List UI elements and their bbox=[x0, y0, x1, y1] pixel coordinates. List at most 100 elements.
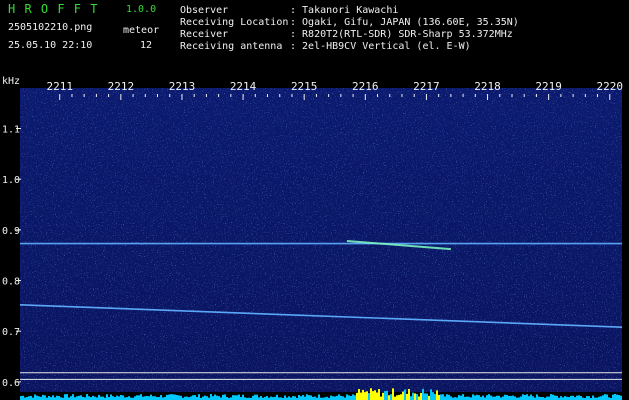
level-bar bbox=[160, 395, 162, 400]
level-bar bbox=[536, 394, 538, 400]
level-bar bbox=[474, 395, 476, 400]
level-bar bbox=[186, 396, 188, 400]
x-tick-label: 2217 bbox=[413, 80, 440, 93]
level-bar bbox=[572, 395, 574, 400]
level-bar bbox=[170, 394, 172, 400]
level-bar bbox=[28, 396, 30, 400]
level-bar bbox=[506, 395, 508, 400]
level-bar bbox=[172, 394, 174, 400]
level-bar bbox=[340, 395, 342, 400]
x-tick-label: 2215 bbox=[291, 80, 318, 93]
level-bar bbox=[78, 395, 80, 400]
level-bar bbox=[378, 389, 380, 400]
level-bar bbox=[396, 395, 398, 400]
x-tick-label: 2216 bbox=[352, 80, 379, 93]
level-bar bbox=[432, 392, 434, 400]
level-bar bbox=[106, 394, 108, 400]
level-bar bbox=[210, 394, 212, 400]
level-bar bbox=[342, 396, 344, 400]
level-bar bbox=[22, 395, 24, 400]
level-bar bbox=[42, 394, 44, 400]
level-bar bbox=[372, 391, 374, 400]
level-bar bbox=[298, 394, 300, 400]
level-bar bbox=[358, 389, 360, 400]
level-bar bbox=[212, 396, 214, 400]
level-bar bbox=[446, 394, 448, 400]
level-bar bbox=[236, 395, 238, 400]
level-bar bbox=[198, 394, 200, 400]
level-bar bbox=[466, 396, 468, 400]
level-bar bbox=[180, 395, 182, 400]
x-tick-label: 2211 bbox=[46, 80, 73, 93]
level-bar bbox=[448, 394, 450, 400]
y-tick-label: 0.6 bbox=[2, 378, 20, 389]
level-bar bbox=[20, 396, 22, 400]
level-bar bbox=[458, 395, 460, 400]
level-bar bbox=[402, 391, 404, 400]
level-bar bbox=[392, 388, 394, 400]
level-bar bbox=[44, 395, 46, 400]
level-bar bbox=[176, 395, 178, 400]
level-bar bbox=[256, 394, 258, 400]
y-tick-label: 1.1 bbox=[2, 125, 20, 136]
level-bar bbox=[72, 394, 74, 400]
x-tick-label: 2219 bbox=[535, 80, 562, 93]
level-bar bbox=[434, 393, 436, 400]
level-bar bbox=[48, 396, 50, 400]
level-bar bbox=[388, 395, 390, 400]
level-bar bbox=[224, 394, 226, 400]
level-bar bbox=[64, 394, 66, 400]
level-bar bbox=[152, 396, 154, 400]
level-bar bbox=[284, 395, 286, 400]
level-bar bbox=[318, 394, 320, 400]
level-bar bbox=[242, 394, 244, 400]
level-bar bbox=[422, 388, 424, 400]
level-bar bbox=[548, 396, 550, 400]
level-bar bbox=[120, 394, 122, 400]
level-bar bbox=[428, 395, 430, 400]
level-bar bbox=[136, 395, 138, 400]
level-bar bbox=[406, 393, 408, 400]
level-bar bbox=[88, 396, 90, 400]
level-bar bbox=[370, 388, 372, 400]
level-bar bbox=[332, 396, 334, 400]
level-bar bbox=[522, 394, 524, 400]
x-tick-label: 2214 bbox=[230, 80, 257, 93]
level-bar bbox=[404, 389, 406, 400]
level-bar bbox=[202, 396, 204, 400]
level-bar bbox=[270, 396, 272, 400]
level-bar bbox=[414, 393, 416, 400]
level-bar bbox=[70, 396, 72, 400]
level-bar bbox=[546, 396, 548, 400]
level-bar bbox=[252, 395, 254, 400]
level-bar bbox=[102, 396, 104, 400]
level-bar bbox=[496, 395, 498, 400]
level-bar bbox=[588, 396, 590, 400]
level-bar bbox=[416, 394, 418, 400]
level-bar bbox=[222, 394, 224, 400]
level-bar bbox=[444, 396, 446, 400]
level-bar bbox=[614, 394, 616, 400]
level-bar bbox=[348, 395, 350, 400]
level-bar bbox=[338, 394, 340, 400]
level-bar bbox=[600, 396, 602, 400]
level-bar bbox=[234, 395, 236, 400]
level-bar bbox=[380, 396, 382, 400]
level-bar bbox=[442, 394, 444, 400]
level-bar bbox=[490, 395, 492, 400]
level-bar bbox=[86, 394, 88, 400]
level-bar bbox=[204, 395, 206, 400]
level-bar bbox=[418, 396, 420, 400]
level-bar bbox=[592, 395, 594, 400]
y-unit-label: kHz bbox=[2, 76, 20, 87]
level-bar bbox=[112, 396, 114, 400]
level-bar bbox=[460, 395, 462, 400]
spectrogram: 2211 2212 2213 2214 2215 2216 2217 2218 2219 2220… bbox=[2, 76, 623, 400]
level-bar bbox=[360, 392, 362, 400]
level-bar bbox=[140, 394, 142, 400]
level-bar bbox=[304, 396, 306, 400]
level-bar bbox=[354, 395, 356, 400]
level-bar bbox=[288, 396, 290, 400]
level-bar bbox=[100, 396, 102, 400]
level-bar bbox=[368, 393, 370, 400]
